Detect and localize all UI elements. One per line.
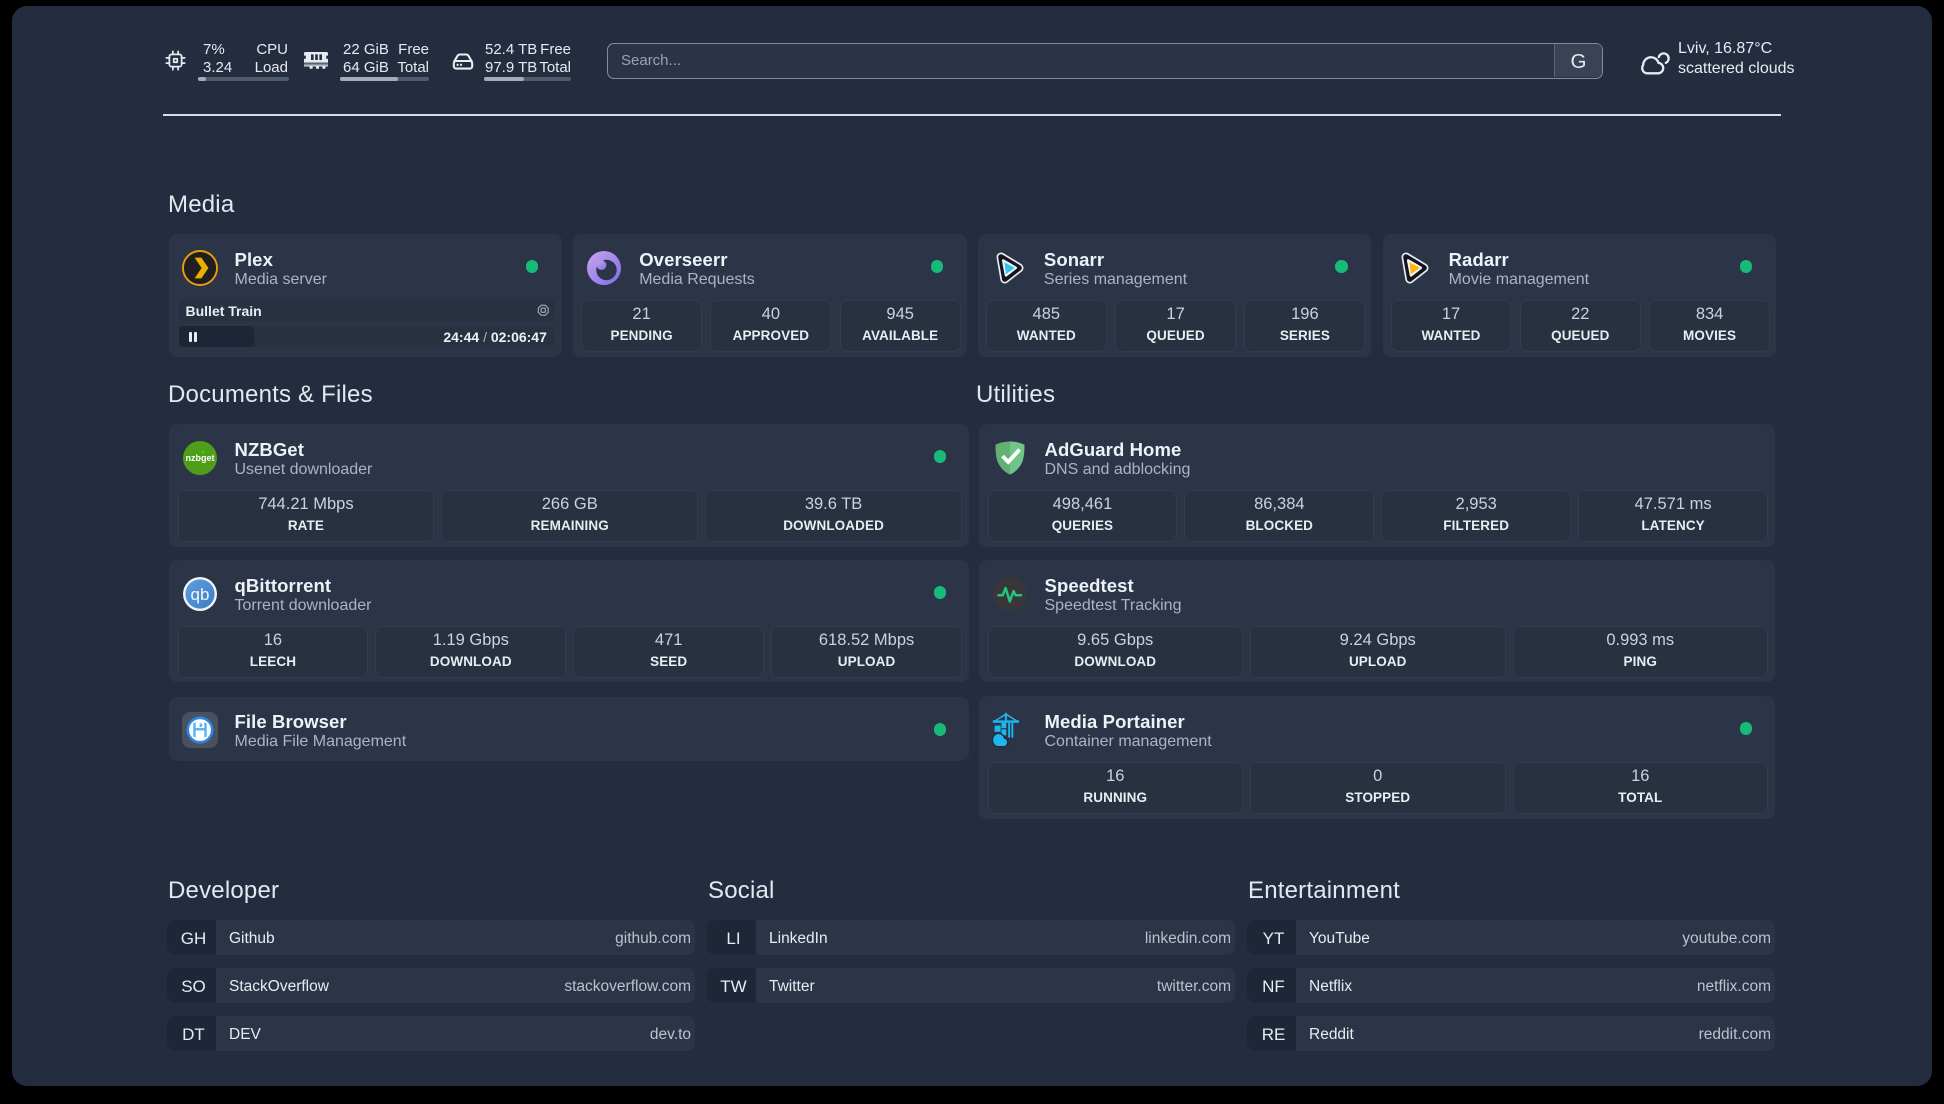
svg-text:qb: qb xyxy=(190,585,209,604)
svg-text:nzbget: nzbget xyxy=(185,453,214,463)
